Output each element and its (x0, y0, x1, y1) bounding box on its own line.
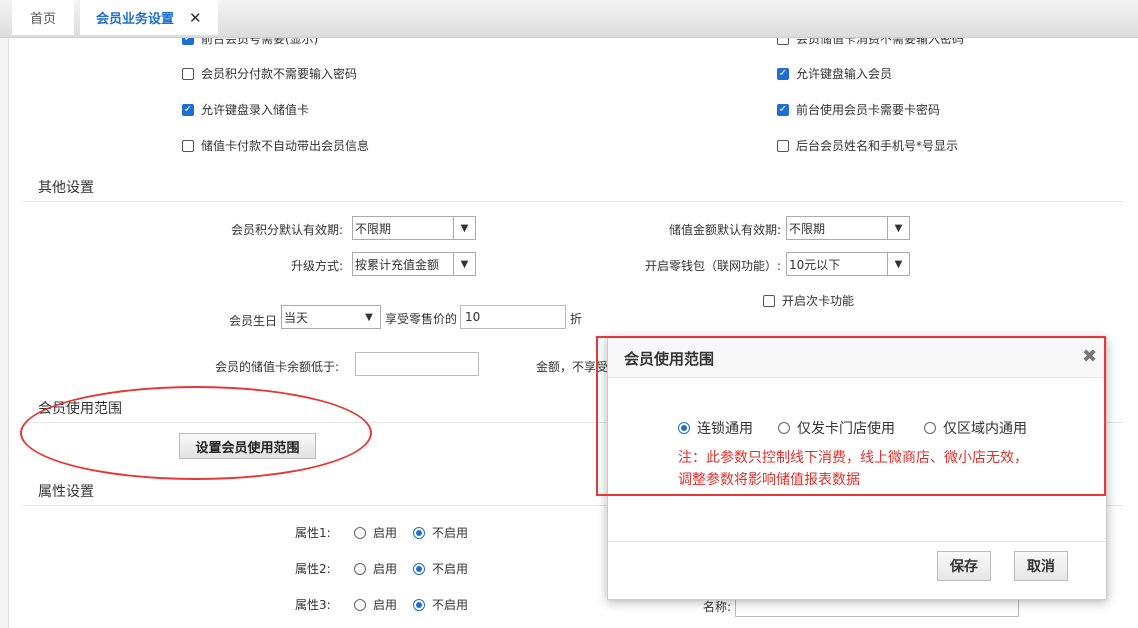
save-button[interactable]: 保存 (937, 551, 991, 581)
checkbox-box[interactable] (182, 139, 194, 152)
checkbox-label: 开启次卡功能 (782, 294, 855, 308)
radio-label: 启用 (373, 598, 398, 612)
attr-3-on[interactable]: 启用 (354, 596, 397, 613)
checkbox-box[interactable] (777, 103, 789, 116)
checkbox-box[interactable] (182, 103, 194, 116)
attr-2-on[interactable]: 启用 (354, 560, 397, 577)
checkbox-label: 会员积分付款不需要输入密码 (201, 67, 358, 81)
select-value: 不限期 (355, 221, 392, 236)
radio[interactable] (413, 598, 425, 611)
checkbox-no-password-stored[interactable]: 会员储值卡消费不需要输入密码 (777, 38, 964, 47)
select-value: 按累计充值金额 (355, 257, 440, 272)
radio-label: 不启用 (432, 598, 469, 612)
birthday-select[interactable]: 当天 ▼ (281, 305, 381, 329)
checkbox-label: 储值卡付款不自动带出会员信息 (201, 139, 370, 153)
checkbox-label: 会员储值卡消费不需要输入密码 (796, 38, 965, 46)
dialog-divider (608, 541, 1106, 542)
checkbox-label: 前台会员号需要(显示) (201, 38, 319, 46)
attr-3-off[interactable]: 不启用 (413, 596, 468, 613)
attr-1-off[interactable]: 不启用 (413, 524, 468, 541)
attr-3-label: 属性3: (295, 598, 331, 612)
tab-member-settings[interactable]: 会员业务设置 ✕ (80, 0, 218, 35)
annotation-rectangle (596, 336, 1106, 496)
radio-label: 启用 (373, 526, 398, 540)
checkbox-keyboard-member[interactable]: 允许键盘输入会员 (777, 65, 892, 82)
checkbox-mask-name-phone[interactable]: 后台会员姓名和手机号*号显示 (777, 137, 958, 154)
birthday-label: 会员生日 (229, 314, 278, 328)
checkbox-points-no-password[interactable]: 会员积分付款不需要输入密码 (182, 65, 357, 82)
radio[interactable] (354, 598, 366, 611)
close-icon[interactable]: ✕ (189, 9, 202, 27)
chevron-down-icon: ▼ (365, 311, 373, 323)
upgrade-select[interactable]: 按累计充值金额 ▼ (352, 252, 476, 276)
chevron-down-icon: ▼ (453, 253, 475, 275)
checkbox-box[interactable] (763, 294, 775, 307)
balance-label: 会员的储值卡余额低于: (215, 360, 340, 374)
radio[interactable] (354, 562, 366, 575)
select-value: 10元以下 (789, 257, 841, 272)
retail-label: 享受零售价的 (385, 312, 458, 326)
checkbox-label: 后台会员姓名和手机号*号显示 (796, 139, 959, 153)
attr-1-label: 属性1: (295, 526, 331, 540)
chevron-down-icon: ▼ (887, 253, 909, 275)
tab-home-label: 首页 (29, 12, 56, 27)
checkbox-box[interactable] (182, 67, 194, 80)
attr-2-off[interactable]: 不启用 (413, 560, 468, 577)
attr-2-label: 属性2: (295, 562, 331, 576)
points-expiry-label: 会员积分默认有效期: (231, 223, 344, 237)
radio[interactable] (413, 526, 425, 539)
upgrade-label: 升级方式: (291, 259, 344, 273)
checkbox-keyboard-stored-card[interactable]: 允许键盘录入储值卡 (182, 101, 309, 118)
stored-expiry-select[interactable]: 不限期 ▼ (786, 216, 910, 240)
annotation-ellipse (20, 386, 372, 480)
radio-label: 不启用 (432, 562, 469, 576)
section-title-attrs: 属性设置 (38, 484, 94, 500)
checkbox-no-auto-member-info[interactable]: 储值卡付款不自动带出会员信息 (182, 137, 369, 154)
checkbox-card-password[interactable]: 前台使用会员卡需要卡密码 (777, 101, 940, 118)
balance-input[interactable] (355, 352, 479, 376)
checkbox-show-member-no[interactable]: 前台会员号需要(显示) (182, 38, 318, 47)
radio-label: 不启用 (432, 526, 469, 540)
stored-expiry-label: 储值金额默认有效期: (669, 223, 782, 237)
checkbox-box[interactable] (182, 38, 194, 45)
chevron-down-icon: ▼ (887, 217, 909, 239)
wallet-select[interactable]: 10元以下 ▼ (786, 252, 910, 276)
tab-member-settings-label: 会员业务设置 (96, 12, 175, 27)
tab-home[interactable]: 首页 (12, 0, 74, 35)
checkbox-box[interactable] (777, 38, 789, 45)
radio[interactable] (413, 562, 425, 575)
cancel-button[interactable]: 取消 (1014, 551, 1068, 581)
wallet-label: 开启零钱包（联网功能）: (645, 259, 782, 273)
attr-name-label: 名称: (703, 600, 732, 614)
discount-value: 10 (465, 310, 481, 324)
radio-label: 启用 (373, 562, 398, 576)
checkbox-box[interactable] (777, 139, 789, 152)
select-value: 当天 (284, 310, 309, 325)
divider (23, 201, 1123, 202)
radio[interactable] (354, 526, 366, 539)
select-value: 不限期 (789, 221, 826, 236)
checkbox-label: 允许键盘输入会员 (796, 67, 893, 81)
tab-bar: 首页 会员业务设置 ✕ (0, 0, 1138, 38)
attr-1-on[interactable]: 启用 (354, 524, 397, 541)
checkbox-times-card[interactable]: 开启次卡功能 (763, 292, 854, 309)
chevron-down-icon: ▼ (453, 217, 475, 239)
checkbox-label: 前台使用会员卡需要卡密码 (796, 103, 941, 117)
checkbox-label: 允许键盘录入储值卡 (201, 103, 310, 117)
discount-input[interactable]: 10 (460, 305, 566, 329)
points-expiry-select[interactable]: 不限期 ▼ (352, 216, 476, 240)
checkbox-box[interactable] (777, 67, 789, 80)
section-title-other: 其他设置 (38, 180, 94, 196)
discount-unit: 折 (570, 312, 583, 326)
